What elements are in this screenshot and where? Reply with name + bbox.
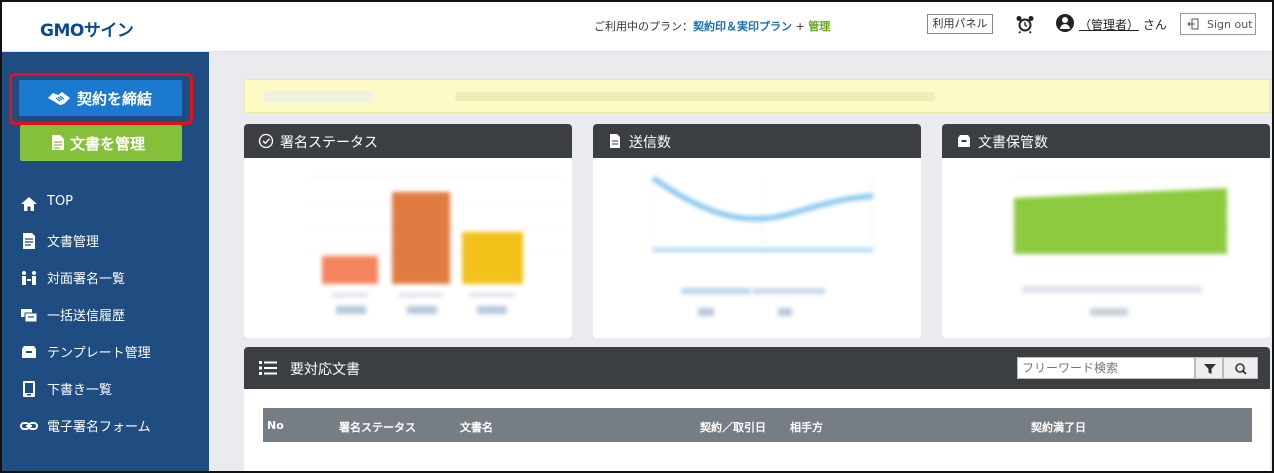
search-input[interactable]: [1017, 357, 1195, 379]
current-plan: ご利用中のプラン：契約印＆実印プラン + 管理: [594, 18, 830, 34]
document-icon: [51, 134, 65, 151]
sidebar-item-top[interactable]: TOP: [2, 190, 209, 227]
sign-out-label: Sign out: [1207, 18, 1253, 31]
usage-panel-button[interactable]: 利用パネル: [927, 14, 993, 34]
notice-banner: [244, 79, 1270, 113]
sidebar-item-drafts[interactable]: 下書き一覧: [2, 375, 209, 412]
storage-chart-blurred: [1012, 177, 1232, 316]
sent-count-card: 送信数: [593, 124, 921, 338]
sidebar-item-label: 下書き一覧: [47, 383, 113, 398]
card-title: 署名ステータス: [280, 135, 378, 151]
document-icon: [20, 233, 38, 249]
search-icon: [1235, 363, 1247, 375]
sidebar-item-template-management[interactable]: テンプレート管理: [2, 338, 209, 375]
column-header-document-name[interactable]: 文書名: [460, 419, 493, 435]
card-header: 署名ステータス: [244, 124, 572, 158]
sidebar-item-label: テンプレート管理: [47, 346, 151, 361]
app-frame: GMOサイン ご利用中のプラン：契約印＆実印プラン + 管理 利用パネル （管理…: [0, 0, 1274, 473]
notice-blurred-text: [263, 91, 373, 103]
link-icon: [20, 418, 38, 434]
card-title: 文書保管数: [978, 135, 1048, 151]
sidebar-item-label: 一括送信履歴: [47, 309, 126, 324]
handshake-icon: [47, 89, 71, 107]
manage-documents-button[interactable]: 文書を管理: [20, 125, 182, 161]
alarm-clock-icon[interactable]: [1015, 14, 1035, 34]
sidebar-nav: TOP 文書管理 対面署名一覧 一括送信履歴 テンプレート管理 下書き一覧 電子…: [2, 190, 209, 449]
sidebar-item-label: 電子署名フォーム: [47, 420, 151, 435]
file-icon: [607, 133, 623, 149]
user-suffix: さん: [1139, 18, 1167, 32]
signature-status-card: 署名ステータス: [244, 124, 572, 338]
home-icon: [20, 196, 38, 212]
face-sign-icon: [20, 270, 38, 286]
card-header: 文書保管数: [942, 124, 1270, 158]
filter-icon: [1204, 364, 1216, 374]
user-avatar-icon[interactable]: [1056, 14, 1074, 32]
plan-extra: 管理: [808, 20, 831, 33]
card-title: 送信数: [629, 135, 671, 151]
stored-documents-card: 文書保管数: [942, 124, 1270, 338]
contract-button-label: 契約を締結: [77, 90, 153, 108]
gmo-sign-logo[interactable]: GMOサイン: [40, 16, 134, 41]
check-circle-icon: [258, 133, 274, 149]
draft-icon: [20, 381, 38, 397]
card-header: 送信数: [593, 124, 921, 158]
sidebar-item-e-signature-form[interactable]: 電子署名フォーム: [2, 412, 209, 449]
sign-out-button[interactable]: Sign out: [1180, 13, 1256, 35]
archive-icon: [956, 133, 972, 149]
column-header-expiry-date[interactable]: 契約満了日: [1031, 419, 1086, 435]
list-icon: [259, 360, 277, 376]
sidebar: 契約を締結 文書を管理 TOP 文書管理 対面署名一覧 一括送信履歴 テンプレー…: [2, 52, 209, 471]
template-icon: [20, 344, 38, 360]
pending-documents-panel: 要対応文書 No 署名ステータス 文書名 契約／取引日 相手方 契約満了日: [244, 347, 1270, 471]
contract-button[interactable]: 契約を締結: [19, 80, 182, 116]
sidebar-item-bulk-send-history[interactable]: 一括送信履歴: [2, 301, 209, 338]
user-menu[interactable]: （管理者） さん: [1079, 16, 1167, 33]
sign-out-icon: [1187, 18, 1199, 30]
table-header-row: No 署名ステータス 文書名 契約／取引日 相手方 契約満了日: [263, 408, 1252, 442]
column-header-signature-status[interactable]: 署名ステータス: [339, 419, 416, 435]
filter-button[interactable]: [1195, 357, 1223, 379]
top-header: GMOサイン ご利用中のプラン：契約印＆実印プラン + 管理 利用パネル （管理…: [2, 2, 1272, 52]
sidebar-item-face-sign-list[interactable]: 対面署名一覧: [2, 264, 209, 301]
manage-documents-label: 文書を管理: [70, 135, 146, 153]
column-header-no[interactable]: No: [267, 419, 284, 432]
sidebar-item-documents[interactable]: 文書管理: [2, 227, 209, 264]
notice-blurred-text: [455, 92, 935, 101]
sidebar-item-label: 対面署名一覧: [47, 272, 126, 287]
status-chart-blurred: [309, 177, 564, 314]
panel-header: 要対応文書: [244, 347, 1270, 389]
user-name[interactable]: （管理者）: [1079, 18, 1139, 32]
plan-plus: +: [792, 20, 809, 33]
column-header-contract-date[interactable]: 契約／取引日: [700, 419, 766, 435]
sidebar-item-label: 文書管理: [47, 235, 100, 250]
plan-prefix: ご利用中のプラン：: [594, 20, 693, 33]
search-button[interactable]: [1223, 357, 1258, 379]
sidebar-item-label: TOP: [47, 194, 74, 209]
column-header-counterparty[interactable]: 相手方: [790, 419, 823, 435]
plan-name: 契約印＆実印プラン: [693, 20, 792, 33]
sent-chart-blurred: [651, 175, 874, 316]
bulk-send-icon: [20, 307, 38, 323]
panel-title: 要対応文書: [290, 362, 360, 378]
